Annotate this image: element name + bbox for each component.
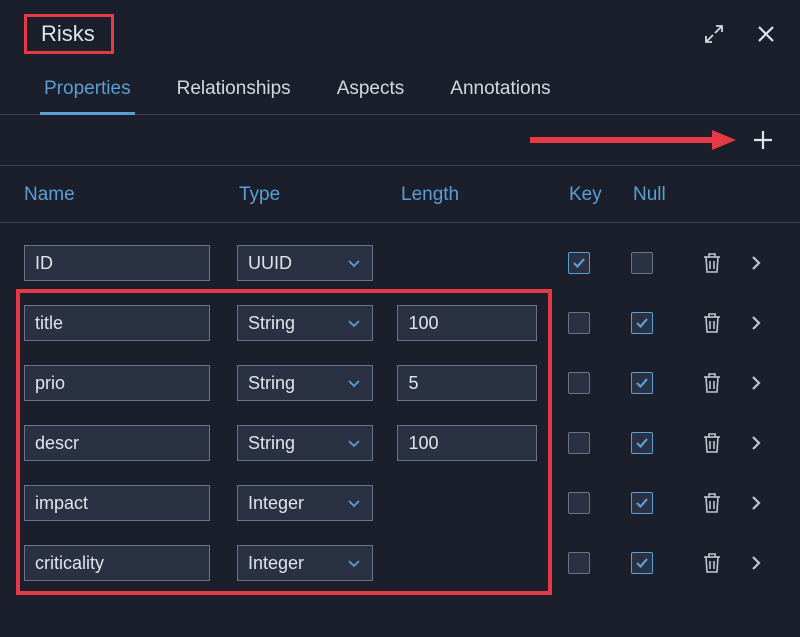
chevron-down-icon [346, 495, 362, 511]
table-row: UUID [0, 233, 800, 293]
trash-icon[interactable] [702, 312, 722, 334]
chevron-right-icon[interactable] [749, 373, 763, 393]
trash-icon[interactable] [702, 552, 722, 574]
null-checkbox[interactable] [631, 432, 653, 454]
type-select-label: Integer [248, 553, 304, 574]
type-select-label: UUID [248, 253, 292, 274]
panel-title: Risks [41, 21, 95, 47]
trash-icon[interactable] [702, 432, 722, 454]
type-select-label: Integer [248, 493, 304, 514]
null-checkbox[interactable] [631, 372, 653, 394]
tab-annotations[interactable]: Annotations [446, 68, 554, 114]
chevron-down-icon [346, 255, 362, 271]
name-input[interactable] [24, 365, 210, 401]
chevron-right-icon[interactable] [749, 313, 763, 333]
name-input[interactable] [24, 245, 210, 281]
table-row: String [0, 353, 800, 413]
type-select-label: String [248, 433, 295, 454]
column-header-length: Length [401, 184, 569, 206]
type-select-label: String [248, 313, 295, 334]
key-checkbox[interactable] [568, 492, 590, 514]
expand-icon[interactable] [704, 24, 724, 44]
add-property-button[interactable] [752, 129, 774, 151]
chevron-down-icon [346, 555, 362, 571]
trash-icon[interactable] [702, 372, 722, 394]
column-header-null: Null [633, 184, 693, 206]
null-checkbox[interactable] [631, 312, 653, 334]
type-select[interactable]: UUID [237, 245, 373, 281]
trash-icon[interactable] [702, 252, 722, 274]
type-select[interactable]: Integer [237, 485, 373, 521]
type-select-label: String [248, 373, 295, 394]
annotation-arrow [528, 127, 738, 153]
type-select[interactable]: String [237, 365, 373, 401]
null-checkbox[interactable] [631, 252, 653, 274]
chevron-right-icon[interactable] [749, 493, 763, 513]
null-checkbox[interactable] [631, 492, 653, 514]
chevron-down-icon [346, 315, 362, 331]
name-input[interactable] [24, 305, 210, 341]
table-row: Integer [0, 533, 800, 593]
table-row: Integer [0, 473, 800, 533]
tab-aspects[interactable]: Aspects [333, 68, 409, 114]
tab-relationships[interactable]: Relationships [173, 68, 295, 114]
column-header-key: Key [569, 184, 633, 206]
key-checkbox[interactable] [568, 312, 590, 334]
tab-properties[interactable]: Properties [40, 68, 135, 114]
key-checkbox[interactable] [568, 552, 590, 574]
chevron-down-icon [346, 435, 362, 451]
name-input[interactable] [24, 545, 210, 581]
key-checkbox[interactable] [568, 252, 590, 274]
type-select[interactable]: String [237, 305, 373, 341]
trash-icon[interactable] [702, 492, 722, 514]
chevron-right-icon[interactable] [749, 433, 763, 453]
chevron-right-icon[interactable] [749, 553, 763, 573]
name-input[interactable] [24, 425, 210, 461]
table-row: String [0, 413, 800, 473]
table-row: String [0, 293, 800, 353]
length-input[interactable] [397, 425, 537, 461]
chevron-right-icon[interactable] [749, 253, 763, 273]
length-input[interactable] [397, 365, 537, 401]
key-checkbox[interactable] [568, 432, 590, 454]
column-header-type: Type [239, 184, 401, 206]
chevron-down-icon [346, 375, 362, 391]
column-header-name: Name [24, 184, 239, 206]
close-icon[interactable] [756, 24, 776, 44]
key-checkbox[interactable] [568, 372, 590, 394]
null-checkbox[interactable] [631, 552, 653, 574]
type-select[interactable]: Integer [237, 545, 373, 581]
length-input[interactable] [397, 305, 537, 341]
type-select[interactable]: String [237, 425, 373, 461]
name-input[interactable] [24, 485, 210, 521]
